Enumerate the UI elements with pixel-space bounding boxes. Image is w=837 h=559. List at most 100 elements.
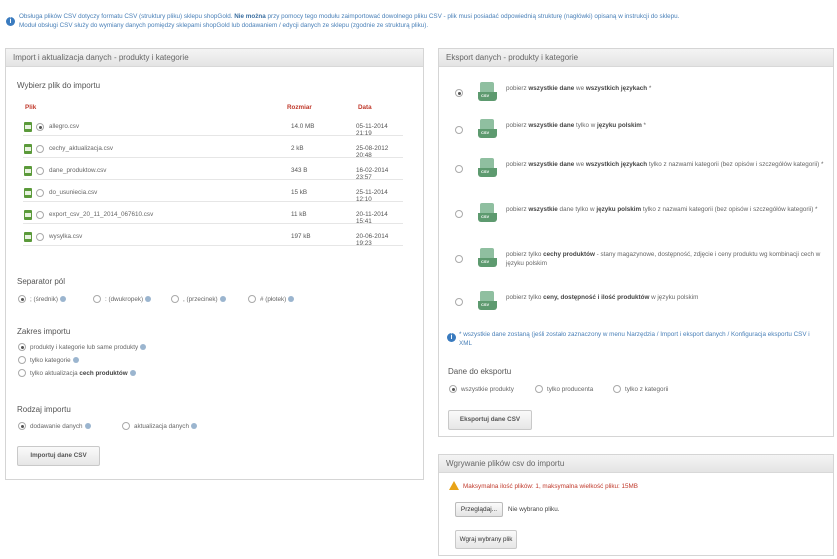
col-size: Rozmiar (287, 104, 312, 111)
separator-label-text: : (dwukropek) (105, 296, 144, 303)
file-row[interactable]: export_csv_20_11_2014_067610.csv 11 kB 2… (23, 206, 403, 225)
import-csv-button[interactable]: Importuj dane CSV (17, 446, 100, 466)
export-option-text-part: pobierz (506, 122, 529, 129)
help-icon[interactable] (190, 423, 197, 430)
export-option[interactable]: CSV pobierz wszystkie dane we wszystkich… (455, 158, 823, 186)
type-add-radio[interactable] (18, 422, 26, 430)
export-data-producer-radio[interactable] (535, 385, 543, 393)
export-data-producer-label: tylko producenta (547, 386, 594, 393)
export-option[interactable]: CSV pobierz wszystkie dane tylko w język… (455, 119, 823, 143)
csv-export-icon: CSV (478, 203, 497, 225)
import-panel-title: Import i aktualizacja danych - produkty … (6, 49, 423, 67)
export-option[interactable]: CSV pobierz wszystkie dane tylko w język… (455, 203, 823, 231)
separator-semicolon-radio[interactable] (18, 295, 26, 303)
help-icon[interactable] (84, 423, 91, 430)
file-row[interactable]: wysylka.csv 197 kB 20-06-2014 19:23 (23, 228, 403, 247)
export-option-text-part: * (641, 122, 647, 129)
help-icon[interactable] (145, 296, 152, 303)
col-file: Plik (25, 104, 37, 111)
export-option-text: pobierz tylko cechy produktów - stany ma… (506, 251, 836, 268)
separator-colon-radio[interactable] (93, 295, 101, 303)
separator-label-text: , (przecinek) (183, 296, 218, 303)
csv-icon-label: CSV (481, 259, 490, 264)
file-radio[interactable] (36, 145, 44, 153)
file-radio[interactable] (36, 189, 44, 197)
import-panel: Import i aktualizacja danych - produkty … (5, 48, 424, 480)
info-text-bold: Nie można (234, 13, 266, 20)
csv-icon-label: CSV (481, 302, 490, 307)
help-icon[interactable] (288, 296, 295, 303)
help-icon[interactable] (72, 357, 79, 364)
help-icon[interactable] (140, 344, 147, 351)
file-row[interactable]: do_usuniecia.csv 15 kB 25-11-2014 12:10 (23, 184, 403, 203)
type-update-label: aktualizacja danych (134, 423, 197, 430)
file-name: wysylka.csv (49, 233, 83, 240)
csv-export-icon: CSV (478, 82, 497, 104)
separator-comma-radio[interactable] (171, 295, 179, 303)
export-option[interactable]: CSV pobierz tylko ceny, dostępność i ilo… (455, 291, 823, 315)
csv-export-icon: CSV (478, 291, 497, 313)
export-data-all-radio[interactable] (449, 385, 457, 393)
file-date: 25-08-2012 20:48 (356, 145, 389, 159)
scope-features-radio[interactable] (18, 369, 26, 377)
export-csv-button[interactable]: Eksportuj dane CSV (448, 410, 532, 430)
separator-label-text: ; (średnik) (30, 296, 58, 303)
help-icon[interactable] (219, 296, 226, 303)
file-row[interactable]: cechy_aktualizacja.csv 2 kB 25-08-2012 2… (23, 140, 403, 159)
export-option-radio[interactable] (455, 89, 463, 97)
export-option[interactable]: CSV pobierz tylko cechy produktów - stan… (455, 248, 823, 276)
export-option-radio[interactable] (455, 255, 463, 263)
no-file-label: Nie wybrano pliku. (508, 506, 560, 513)
file-name: export_csv_20_11_2014_067610.csv (49, 211, 154, 218)
export-data-category-radio[interactable] (613, 385, 621, 393)
export-panel: Eksport danych - produkty i kategorie CS… (438, 48, 834, 437)
export-data-title: Dane do eksportu (448, 367, 512, 376)
csv-file-icon (24, 166, 32, 176)
info-text: Obsługa plików CSV dotyczy formatu CSV (… (19, 12, 834, 30)
help-icon[interactable] (129, 370, 136, 377)
export-option-radio[interactable] (455, 210, 463, 218)
upload-panel: Wgrywanie plików csv do importu Maksymal… (438, 454, 834, 556)
export-option-text-part: we (574, 85, 586, 92)
export-option[interactable]: CSV pobierz wszystkie dane we wszystkich… (455, 82, 823, 106)
help-icon[interactable] (60, 296, 66, 303)
export-option-radio[interactable] (455, 126, 463, 134)
export-option-text-part: we (574, 161, 586, 168)
scope-products-label: produkty i kategorie lub same produkty (30, 344, 147, 351)
file-row[interactable]: dane_produktow.csv 343 B 16-02-2014 23:5… (23, 162, 403, 181)
file-size: 2 kB (291, 145, 304, 152)
export-option-radio[interactable] (455, 165, 463, 173)
export-note: * wszystkie dane zostaną (jeśli zostało … (459, 331, 810, 347)
export-option-radio[interactable] (455, 298, 463, 306)
file-radio[interactable] (36, 167, 44, 175)
separator-semicolon-label: ; (średnik) (30, 296, 66, 303)
scope-categories-label: tylko kategorie (30, 357, 79, 364)
separator-label-text: # (płotek) (260, 296, 287, 303)
export-option-text: pobierz wszystkie dane we wszystkich jęz… (506, 85, 836, 94)
scope-features-label: tylko aktualizacja cech produktów (30, 370, 136, 377)
scope-categories-radio[interactable] (18, 356, 26, 364)
separator-title: Separator pól (17, 277, 66, 286)
file-radio[interactable] (36, 123, 44, 131)
type-update-radio[interactable] (122, 422, 130, 430)
file-row[interactable]: allegro.csv 14.0 MB 05-11-2014 21:19 (23, 118, 403, 137)
separator-hash-radio[interactable] (248, 295, 256, 303)
info-icon: i (6, 17, 15, 26)
csv-icon-label: CSV (481, 169, 490, 174)
scope-products-radio[interactable] (18, 343, 26, 351)
file-size: 197 kB (291, 233, 311, 240)
browse-button[interactable]: Przeglądaj... (455, 502, 503, 517)
file-date: 05-11-2014 21:19 (356, 123, 388, 137)
file-radio[interactable] (36, 211, 44, 219)
export-option-text-part: * (647, 85, 652, 92)
upload-file-button[interactable]: Wgraj wybrany plik (455, 530, 517, 549)
scope-label-text: tylko kategorie (30, 357, 71, 364)
file-name: allegro.csv (49, 123, 80, 130)
export-option-text: pobierz wszystkie dane we wszystkich jęz… (506, 161, 836, 170)
file-name: do_usuniecia.csv (49, 189, 98, 196)
export-option-text-part: w języku polskim (649, 294, 699, 301)
col-date: Data (358, 104, 372, 111)
export-option-bold: języku polskim (597, 122, 642, 129)
scope-label-bold: cech produktów (79, 370, 128, 377)
file-radio[interactable] (36, 233, 44, 241)
